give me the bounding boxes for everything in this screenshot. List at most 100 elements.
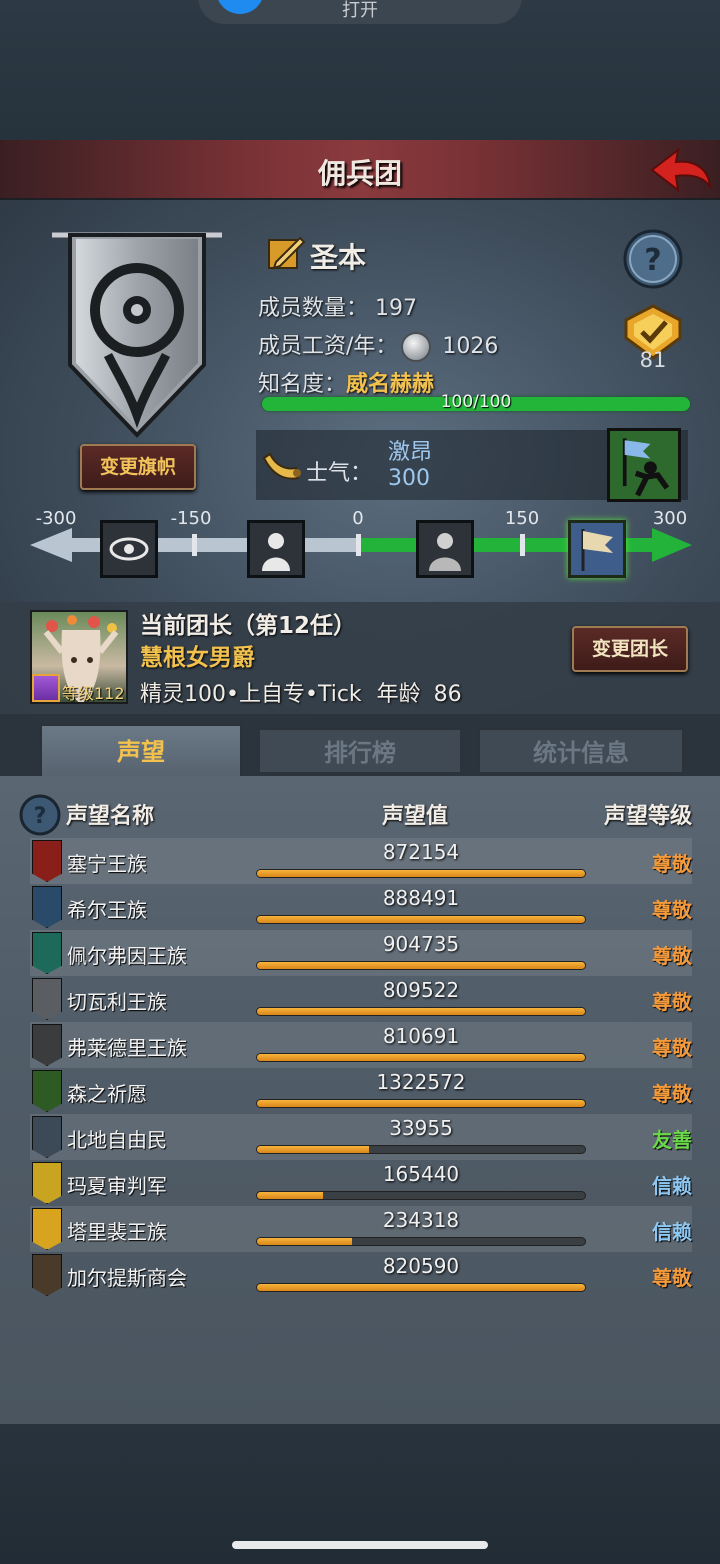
fame-progress-text: 100/100 (440, 392, 512, 412)
calm-icon[interactable] (416, 520, 474, 578)
faction-name: 切瓦利王族 (67, 990, 167, 1014)
reputation-bar-fill (257, 962, 585, 969)
table-row[interactable]: 玛夏审判军 165440 信赖 (30, 1160, 692, 1206)
reputation-bar-fill (257, 1284, 585, 1291)
guild-banner (52, 232, 222, 438)
reputation-bar-fill (257, 1192, 323, 1199)
reputation-value: 1322572 (376, 1070, 466, 1094)
help-icon[interactable]: ? (622, 228, 684, 290)
members-value: 197 (375, 296, 418, 321)
table-row[interactable]: 希尔王族 888491 尊敬 (30, 884, 692, 930)
faction-emblem-icon (32, 1162, 62, 1204)
faction-name: 北地自由民 (67, 1128, 167, 1152)
reputation-bar (256, 1099, 586, 1108)
leader-info: 精灵100•上自专•Tick 年龄 86 (140, 676, 462, 708)
scale-tick: 0 (352, 508, 364, 529)
reputation-level: 尊敬 (652, 990, 692, 1014)
leader-name: 慧根女男爵 (140, 645, 255, 671)
eye-icon[interactable] (100, 520, 158, 578)
leader-level: 等级112 (62, 684, 125, 703)
reputation-bar (256, 1145, 586, 1154)
page-title: 佣兵团 (317, 157, 402, 190)
reputation-level: 尊敬 (652, 898, 692, 922)
reputation-value: 33955 (389, 1116, 453, 1140)
wage-label: 成员工资/年： (258, 334, 398, 359)
scale-tick: -300 (35, 508, 77, 529)
back-arrow-icon[interactable] (648, 146, 714, 196)
horn-icon (262, 452, 301, 480)
home-indicator[interactable] (232, 1541, 488, 1549)
reputation-level: 友善 (652, 1128, 692, 1152)
header-value: 声望值 (382, 804, 449, 829)
table-row[interactable]: 切瓦利王族 809522 尊敬 (30, 976, 692, 1022)
reputation-value: 888491 (382, 886, 460, 910)
faction-name: 加尔提斯商会 (67, 1266, 187, 1290)
scale-tick: 150 (504, 508, 540, 529)
reputation-bar (256, 1007, 586, 1016)
faction-emblem-icon (32, 1070, 62, 1112)
scale-tick: -150 (170, 508, 212, 529)
reputation-level: 尊敬 (652, 1036, 692, 1060)
table-row[interactable]: 加尔提斯商会 820590 尊敬 (30, 1252, 692, 1298)
notification-text: 打开 (342, 0, 378, 21)
banner-charge-icon[interactable] (568, 520, 626, 578)
faction-name: 塞宁王族 (67, 852, 147, 876)
title-bar: 佣兵团 (0, 140, 720, 200)
leader-age-label: 年龄 (376, 682, 421, 707)
silver-coin-icon (401, 332, 432, 362)
morale-scale: -300 -150 0 150 300 (30, 506, 694, 586)
reputation-bar (256, 1237, 586, 1246)
charge-flag-icon[interactable] (607, 428, 681, 502)
class-icon (32, 674, 60, 702)
faction-emblem-icon (32, 932, 62, 974)
faction-name: 希尔王族 (67, 898, 147, 922)
table-row[interactable]: 佩尔弗因王族 904735 尊敬 (30, 930, 692, 976)
morale-label: 士气： (306, 461, 373, 486)
faction-emblem-icon (32, 840, 62, 882)
guild-name: 圣本 (310, 241, 367, 274)
reputation-bar-fill (257, 1054, 585, 1061)
table-row[interactable]: 弗莱德里王族 810691 尊敬 (30, 1022, 692, 1068)
change-leader-button[interactable]: 变更团长 (572, 626, 688, 672)
edit-icon[interactable] (266, 232, 306, 272)
reputation-bar-fill (257, 1146, 369, 1153)
tab-leaderboard[interactable]: 排行榜 (258, 728, 462, 774)
morale-value: 300 (388, 466, 430, 491)
wage-value: 1026 (442, 334, 499, 359)
reputation-value: 820590 (382, 1254, 460, 1278)
faction-emblem-icon (32, 978, 62, 1020)
table-row[interactable]: 塞宁王族 872154 尊敬 (30, 838, 692, 884)
leader-age: 86 (433, 682, 462, 707)
faction-emblem-icon (32, 1116, 62, 1158)
table-header: 声望名称 声望值 声望等级 (0, 790, 720, 834)
reputation-bar (256, 1053, 586, 1062)
notification-pill[interactable]: 打开 (198, 0, 522, 24)
reputation-level: 尊敬 (652, 1266, 692, 1290)
morale-name: 激昂 (388, 440, 433, 465)
tab-reputation[interactable]: 声望 (40, 724, 242, 778)
faction-name: 佩尔弗因王族 (67, 944, 187, 968)
reputation-bar-fill (257, 870, 585, 877)
faction-name: 森之祈愿 (67, 1082, 147, 1106)
faction-name: 塔里裴王族 (67, 1220, 167, 1244)
reputation-value: 872154 (382, 840, 460, 864)
reputation-bar-fill (257, 916, 585, 923)
leader-traits: 精灵100•上自专•Tick (140, 682, 362, 707)
faction-name: 弗莱德里王族 (67, 1036, 187, 1060)
tab-statistics[interactable]: 统计信息 (478, 728, 684, 774)
despair-icon[interactable] (247, 520, 305, 578)
faction-name: 玛夏审判军 (67, 1174, 167, 1198)
reputation-bar-fill (257, 1008, 585, 1015)
faction-emblem-icon (32, 1208, 62, 1250)
table-row[interactable]: 森之祈愿 1322572 尊敬 (30, 1068, 692, 1114)
members-stat: 成员数量： 197 (258, 290, 417, 322)
reputation-bar (256, 1283, 586, 1292)
faction-emblem-icon (32, 1024, 62, 1066)
members-label: 成员数量： (258, 296, 369, 321)
reputation-bar (256, 961, 586, 970)
table-row[interactable]: 塔里裴王族 234318 信赖 (30, 1206, 692, 1252)
change-flag-button[interactable]: 变更旗帜 (80, 444, 196, 490)
table-row[interactable]: 北地自由民 33955 友善 (30, 1114, 692, 1160)
reputation-bar-fill (257, 1100, 585, 1107)
header-name: 声望名称 (66, 804, 155, 829)
